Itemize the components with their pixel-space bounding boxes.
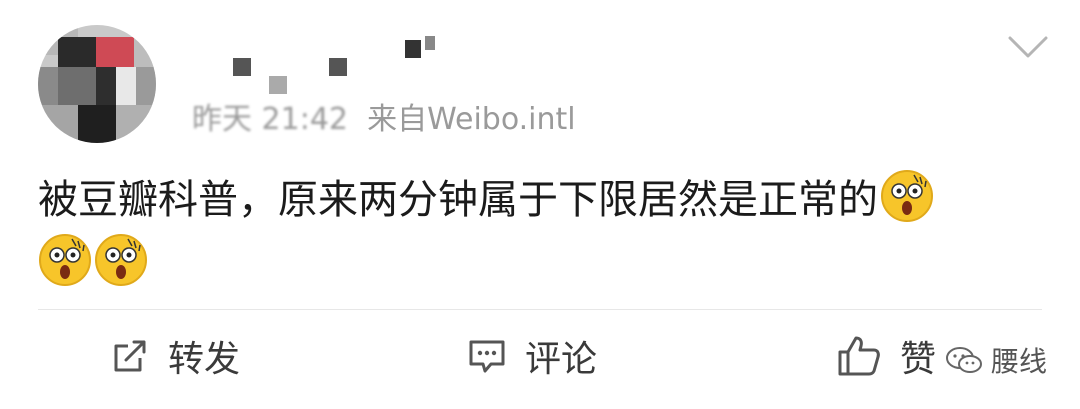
avatar-mosaic-tile xyxy=(78,105,116,143)
like-button[interactable]: 赞 xyxy=(836,330,936,382)
repost-button[interactable]: 转发 xyxy=(110,330,240,382)
post-text: 被豆瓣科普，原来两分钟属于下限居然是正常的 xyxy=(38,177,878,223)
repost-label: 转发 xyxy=(168,339,241,380)
wechat-icon xyxy=(946,347,982,373)
shocked-face-icon xyxy=(39,234,91,286)
avatar-mosaic-tile xyxy=(96,37,134,67)
post-timestamp: 昨天 21:42 xyxy=(192,102,348,137)
username-mosaic-tile xyxy=(269,76,287,94)
divider xyxy=(38,309,1042,310)
more-chevron-button[interactable] xyxy=(1006,32,1050,62)
repost-icon xyxy=(114,340,146,372)
thumbs-up-icon xyxy=(838,336,880,376)
username-mosaic-tile xyxy=(425,36,435,50)
chevron-down-icon xyxy=(1008,36,1048,58)
username-mosaic-tile xyxy=(329,58,347,76)
username-obscured[interactable] xyxy=(225,30,455,94)
watermark: 腰线 xyxy=(945,340,1047,380)
avatar-mosaic-tile xyxy=(96,67,116,105)
shocked-face-icon xyxy=(881,170,933,222)
post-meta: 昨天 21:42 来自Weibo.intl xyxy=(192,94,576,138)
shocked-face-icon xyxy=(95,234,147,286)
comment-icon xyxy=(469,340,505,373)
avatar-mosaic-tile xyxy=(116,105,156,143)
avatar-mosaic-tile xyxy=(58,67,96,105)
avatar-mosaic-tile xyxy=(38,105,78,143)
post-body: 被豆瓣科普，原来两分钟属于下限居然是正常的 xyxy=(38,168,1048,296)
like-label: 赞 xyxy=(900,339,937,380)
username-mosaic-tile xyxy=(405,40,421,58)
watermark-label: 腰线 xyxy=(991,345,1048,378)
post-source[interactable]: 来自Weibo.intl xyxy=(367,102,576,137)
avatar-mosaic-tile xyxy=(134,37,156,67)
avatar[interactable] xyxy=(38,25,156,143)
avatar-mosaic-tile xyxy=(38,67,58,105)
username-mosaic-tile xyxy=(233,58,251,76)
comment-button[interactable]: 评论 xyxy=(467,330,597,382)
avatar-mosaic-tile xyxy=(136,67,156,105)
avatar-mosaic-tile xyxy=(116,67,136,105)
comment-label: 评论 xyxy=(525,339,598,380)
avatar-mosaic-tile xyxy=(58,37,96,67)
